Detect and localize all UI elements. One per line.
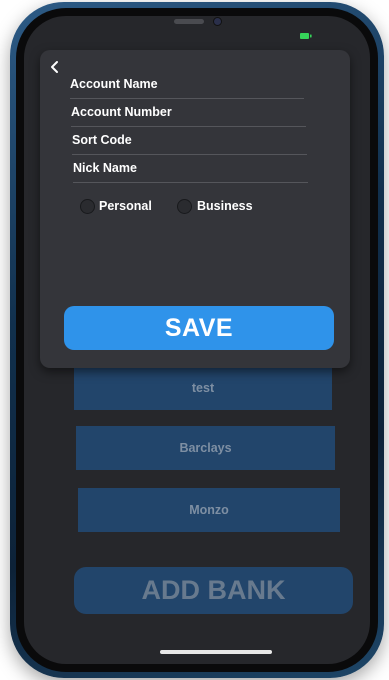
radio-personal-label: Personal (99, 199, 152, 213)
radio-personal[interactable]: Personal (80, 198, 160, 216)
nick-name-field[interactable]: Nick Name (73, 158, 308, 183)
sort-code-field[interactable]: Sort Code (72, 130, 307, 155)
home-indicator[interactable] (160, 650, 272, 654)
front-camera (214, 18, 221, 25)
save-button[interactable]: SAVE (64, 306, 334, 350)
speaker-grille (174, 19, 204, 24)
account-number-label: Account Number (71, 105, 172, 119)
account-name-field[interactable]: Account Name (70, 74, 304, 99)
add-bank-button[interactable]: ADD BANK (74, 567, 353, 614)
chevron-left-icon[interactable] (48, 60, 62, 74)
bank-item-test[interactable]: test (74, 366, 332, 410)
bank-item-barclays[interactable]: Barclays (76, 426, 335, 470)
account-number-field[interactable]: Account Number (71, 102, 306, 127)
radio-business-circle[interactable] (177, 199, 192, 214)
account-name-label: Account Name (70, 77, 158, 91)
nick-name-label: Nick Name (73, 161, 137, 175)
bank-item-monzo[interactable]: Monzo (78, 488, 340, 532)
battery-icon (300, 33, 312, 39)
radio-personal-circle[interactable] (80, 199, 95, 214)
radio-business[interactable]: Business (177, 198, 267, 216)
radio-business-label: Business (197, 199, 253, 213)
sort-code-label: Sort Code (72, 133, 132, 147)
